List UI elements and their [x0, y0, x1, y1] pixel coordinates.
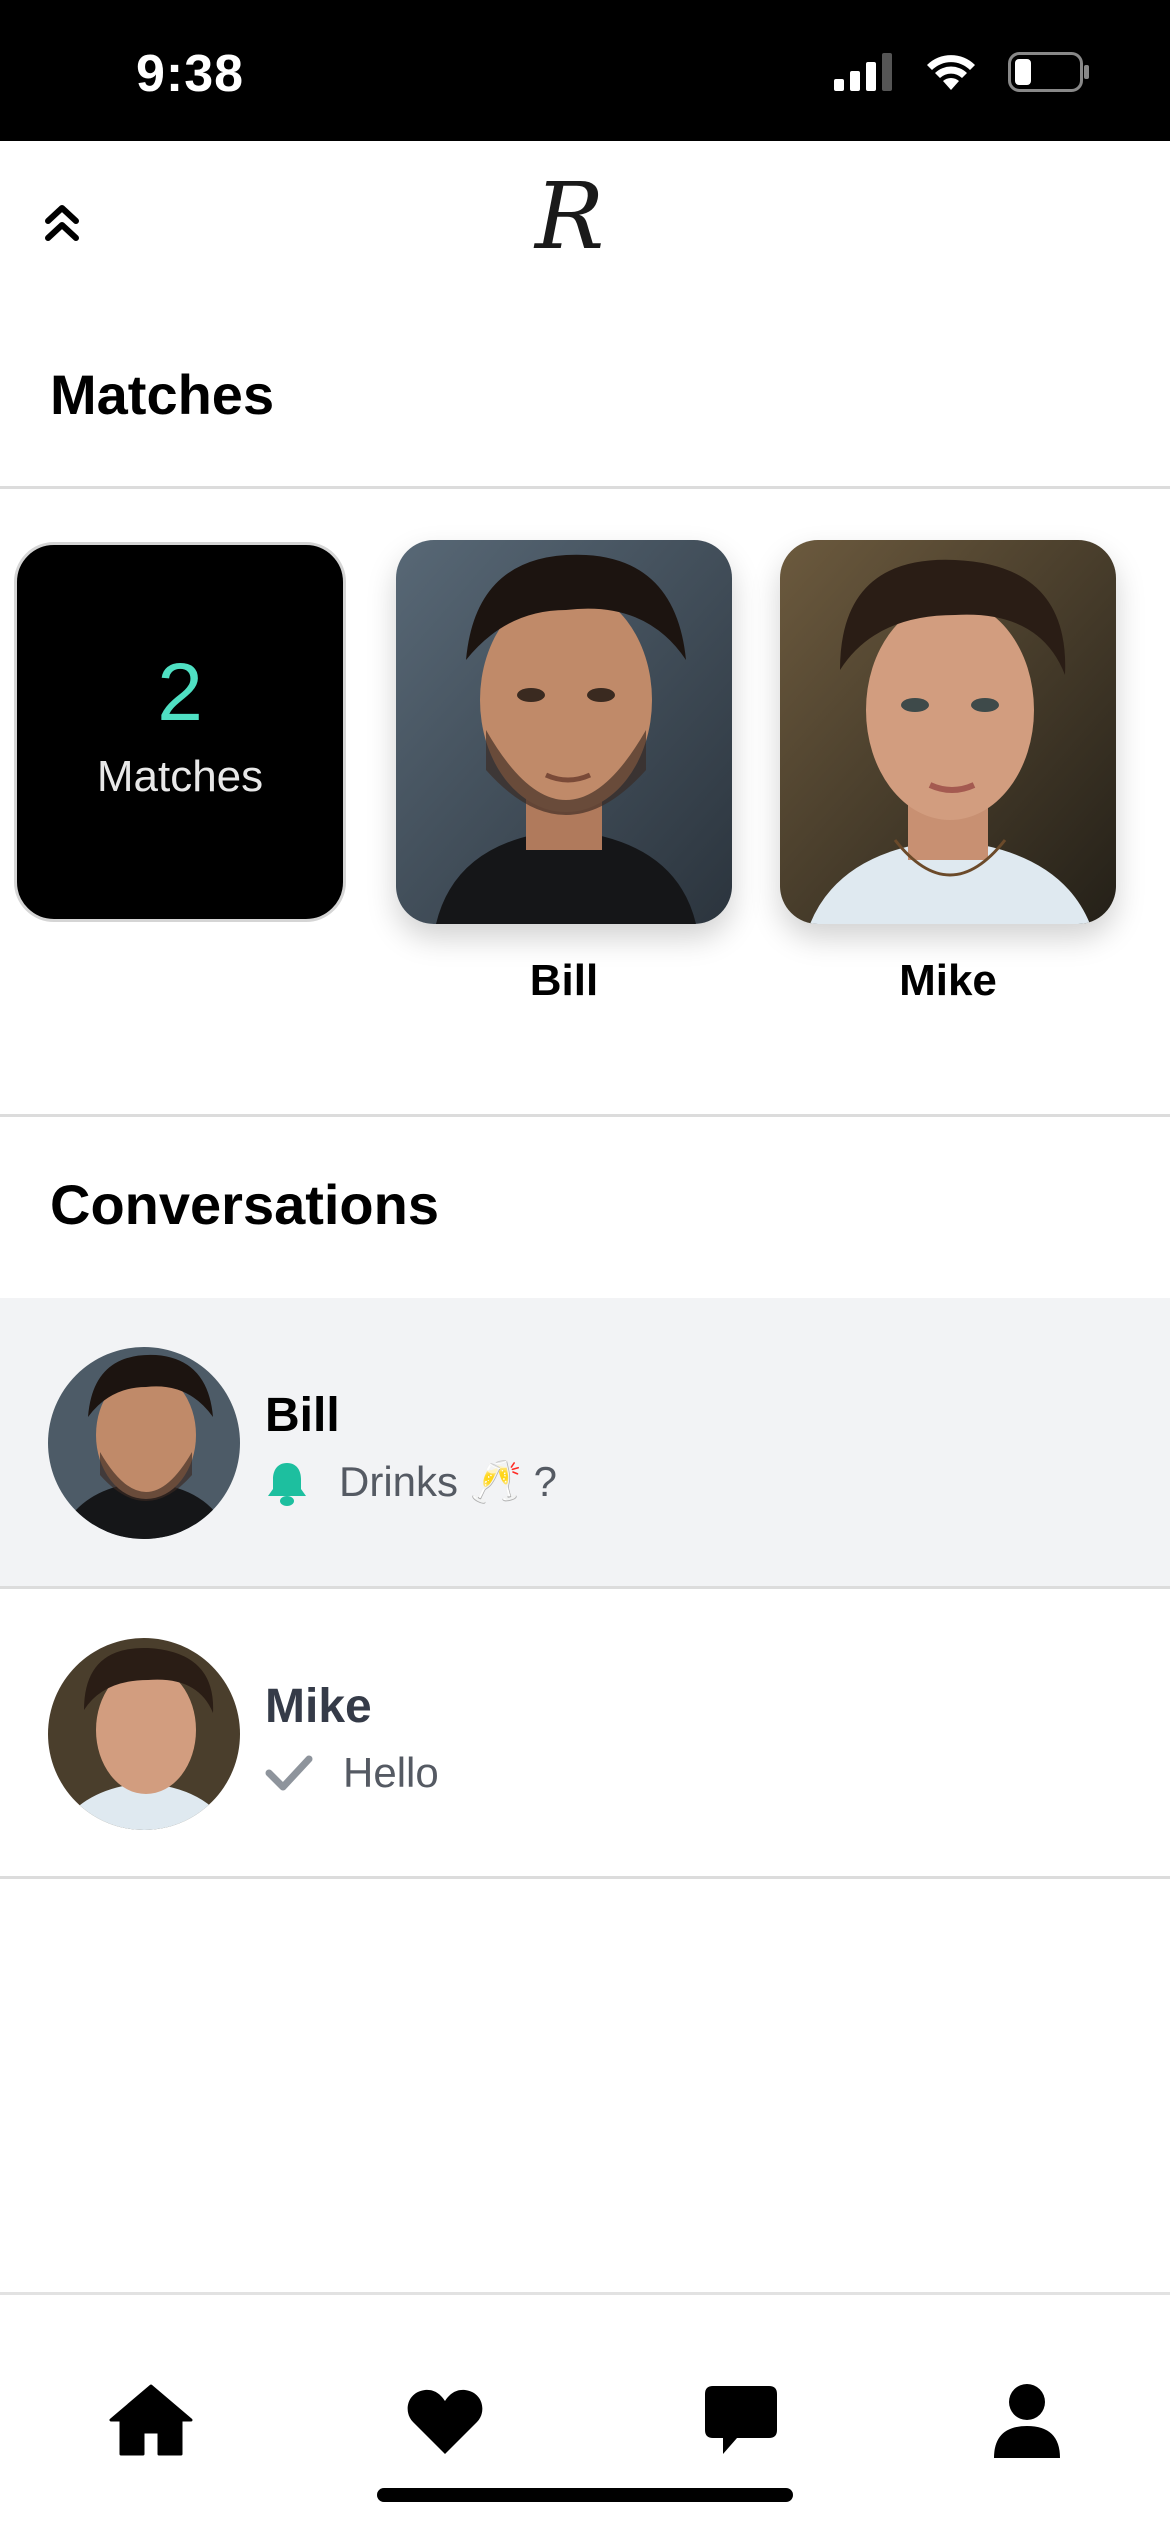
conversation-message: Hello — [343, 1749, 439, 1796]
bill-avatar-photo — [48, 1347, 240, 1539]
match-count-number: 2 — [157, 647, 203, 738]
double-chevron-up-icon — [45, 205, 79, 241]
conversation-name: Mike — [265, 1680, 372, 1733]
conversation-row-bill[interactable]: Bill Drinks 🥂 ? — [0, 1298, 1170, 1588]
app-logo: R — [535, 163, 605, 270]
tab-home[interactable] — [106, 2375, 196, 2465]
profile-icon — [994, 2384, 1060, 2458]
status-icons — [834, 52, 1090, 92]
status-time: 9:38 — [136, 45, 245, 103]
cellular-signal-icon — [834, 53, 892, 91]
avatar — [48, 1347, 240, 1539]
match-name-bill: Bill — [529, 956, 599, 1005]
match-card-bill[interactable] — [396, 540, 732, 924]
divider — [0, 1114, 1170, 1117]
mike-avatar-photo — [48, 1638, 240, 1830]
battery-icon — [1008, 52, 1089, 92]
conversations-title: Conversations — [50, 1173, 439, 1236]
chat-icon — [705, 2386, 777, 2454]
conversation-preview: Drinks 🥂 ? — [265, 1458, 557, 1507]
wifi-icon — [927, 55, 975, 90]
bell-icon — [268, 1462, 306, 1506]
match-name-mike: Mike — [899, 956, 997, 1005]
heart-icon — [407, 2389, 483, 2454]
divider — [0, 1876, 1170, 1879]
match-count-label: Matches — [96, 752, 264, 801]
conversation-message: Drinks 🥂 ? — [339, 1458, 557, 1505]
collapse-button[interactable] — [36, 197, 88, 249]
mike-photo — [780, 540, 1116, 924]
conversation-preview: Hello — [265, 1749, 439, 1797]
app-header: R — [0, 141, 1170, 311]
avatar — [48, 1638, 240, 1830]
match-card-mike[interactable] — [780, 540, 1116, 924]
conversation-name: Bill — [265, 1389, 340, 1442]
home-indicator — [377, 2488, 793, 2502]
tab-messages[interactable] — [696, 2375, 786, 2465]
matches-title: Matches — [50, 363, 275, 426]
check-icon — [265, 1755, 313, 1791]
tab-profile[interactable] — [982, 2375, 1072, 2465]
home-icon — [109, 2384, 193, 2456]
match-count-card[interactable]: 2 Matches — [14, 542, 346, 922]
status-bar: 9:38 — [0, 0, 1170, 141]
bill-photo — [396, 540, 732, 924]
divider — [0, 486, 1170, 489]
tab-likes[interactable] — [400, 2375, 490, 2465]
conversation-row-mike[interactable]: Mike Hello — [0, 1589, 1170, 1879]
